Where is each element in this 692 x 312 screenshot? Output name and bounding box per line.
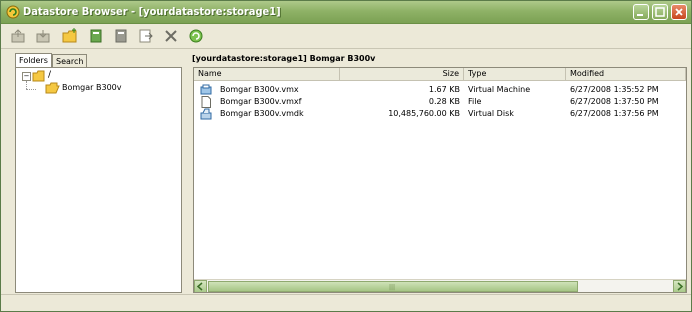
download-button[interactable] <box>34 27 52 45</box>
file-size: 10,485,760.00 KB <box>388 109 460 118</box>
current-path: [yourdatastore:storage1] Bomgar B300v <box>192 54 376 63</box>
minimize-button[interactable] <box>633 4 649 20</box>
file-name: Bomgar B300v.vmx <box>220 85 299 94</box>
column-size[interactable]: Size <box>340 68 464 80</box>
remove-button[interactable] <box>112 27 130 45</box>
table-row[interactable]: Bomgar B300v.vmx 1.67 KB Virtual Machine… <box>194 84 686 96</box>
file-size: 0.28 KB <box>428 97 460 106</box>
upload-icon <box>11 29 25 43</box>
datastore-browser-icon <box>6 5 20 19</box>
scroll-thumb[interactable]: ||| <box>208 281 578 292</box>
download-icon <box>36 30 50 43</box>
file-type: Virtual Disk <box>468 109 514 118</box>
open-folder-icon <box>45 82 60 96</box>
move-button[interactable] <box>137 27 155 45</box>
file-type: File <box>468 97 482 106</box>
close-button[interactable] <box>671 4 687 20</box>
column-name[interactable]: Name <box>194 68 340 80</box>
remove-icon <box>115 29 127 43</box>
grip-icon: ||| <box>389 284 396 291</box>
maximize-button[interactable] <box>652 4 668 20</box>
tab-search[interactable]: Search <box>52 54 88 68</box>
scroll-right-button[interactable] <box>673 280 686 292</box>
file-name: Bomgar B300v.vmdk <box>220 109 304 118</box>
file-size: 1.67 KB <box>428 85 460 94</box>
file-modified: 6/27/2008 1:35:52 PM <box>570 85 659 94</box>
scroll-left-button[interactable] <box>194 280 207 292</box>
move-icon <box>139 29 153 43</box>
tab-folders[interactable]: Folders <box>15 53 52 68</box>
column-type[interactable]: Type <box>464 68 566 80</box>
column-modified[interactable]: Modified <box>566 68 686 80</box>
delete-icon <box>165 30 177 42</box>
tree-item-bomgar[interactable]: Bomgar B300v <box>62 83 121 92</box>
table-row[interactable]: Bomgar B300v.vmxf 0.28 KB File 6/27/2008… <box>194 96 686 108</box>
file-name: Bomgar B300v.vmxf <box>220 97 302 106</box>
datastore-browser-window: Datastore Browser - [yourdatastore:stora… <box>0 0 692 312</box>
new-folder-button[interactable] <box>61 27 79 45</box>
file-type: Virtual Machine <box>468 85 531 94</box>
toolbar <box>1 24 691 49</box>
folder-icon <box>32 70 45 84</box>
folder-tree[interactable]: − / Bomgar B300v <box>15 67 182 293</box>
refresh-button[interactable] <box>187 27 205 45</box>
delete-button[interactable] <box>162 27 180 45</box>
collapse-toggle[interactable]: − <box>22 72 31 81</box>
tree-connector <box>26 81 27 89</box>
tree-item-root[interactable]: / <box>48 70 51 80</box>
file-modified: 6/27/2008 1:37:56 PM <box>570 109 659 118</box>
title-bar[interactable]: Datastore Browser - [yourdatastore:stora… <box>1 1 691 24</box>
add-to-inventory-button[interactable] <box>87 27 105 45</box>
tree-connector <box>26 89 36 90</box>
add-inventory-icon <box>90 29 102 43</box>
disk-icon <box>200 108 212 122</box>
file-list: Name Size Type Modified Bomgar B300v.vmx… <box>193 67 687 293</box>
file-modified: 6/27/2008 1:37:50 PM <box>570 97 659 106</box>
table-row[interactable]: Bomgar B300v.vmdk 10,485,760.00 KB Virtu… <box>194 108 686 120</box>
status-bar <box>1 294 691 311</box>
refresh-icon <box>189 29 203 43</box>
horizontal-scrollbar[interactable]: ||| <box>194 279 686 292</box>
new-folder-icon <box>62 28 77 43</box>
column-header: Name Size Type Modified <box>194 68 686 81</box>
window-title: Datastore Browser - [yourdatastore:stora… <box>23 5 281 18</box>
upload-files-button[interactable] <box>9 27 27 45</box>
